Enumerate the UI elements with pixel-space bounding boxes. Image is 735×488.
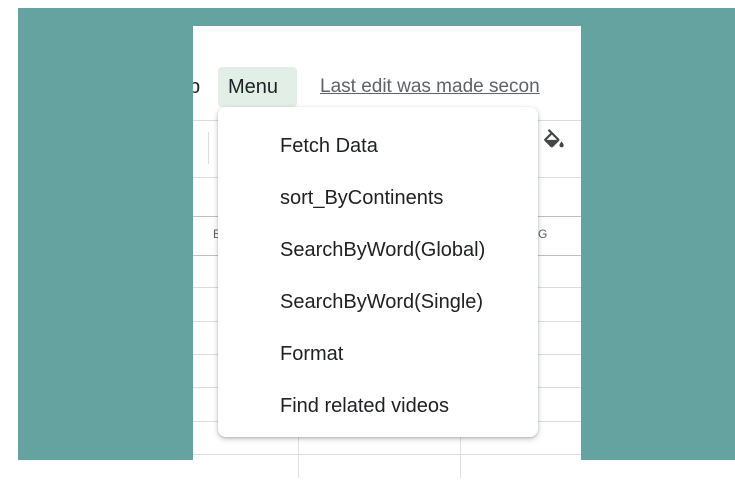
menu-item-label: SearchByWord(Single): [280, 291, 484, 313]
menu-item-label: sort_ByContinents: [280, 187, 444, 209]
custom-menu-button[interactable]: Menu: [228, 67, 278, 107]
grid-column-line: [460, 431, 461, 478]
column-header-g[interactable]: G: [538, 227, 547, 241]
menu-item-search-single[interactable]: SearchByWord(Single): [218, 276, 538, 328]
custom-menu-dropdown: Fetch Data sort_ByContinents SearchByWor…: [218, 107, 538, 437]
menu-help-fragment[interactable]: p: [193, 67, 200, 107]
toolbar-separator: [208, 132, 209, 164]
menu-item-label: Find related videos: [280, 395, 449, 417]
menu-item-fetch-data[interactable]: Fetch Data: [218, 120, 538, 172]
grid-row-line: [193, 454, 581, 455]
menu-item-format[interactable]: Format: [218, 328, 538, 380]
menu-item-label: SearchByWord(Global): [280, 239, 486, 261]
menu-item-search-global[interactable]: SearchByWord(Global): [218, 224, 538, 276]
menu-item-sort-by-continents[interactable]: sort_ByContinents: [218, 172, 538, 224]
menu-item-label: Format: [280, 343, 344, 365]
paint-bucket-icon[interactable]: [541, 129, 567, 155]
menu-item-label: Fetch Data: [280, 135, 378, 157]
last-edit-link[interactable]: Last edit was made secon: [320, 67, 540, 107]
grid-column-line: [298, 431, 299, 478]
menu-item-find-related-videos[interactable]: Find related videos: [218, 380, 538, 432]
